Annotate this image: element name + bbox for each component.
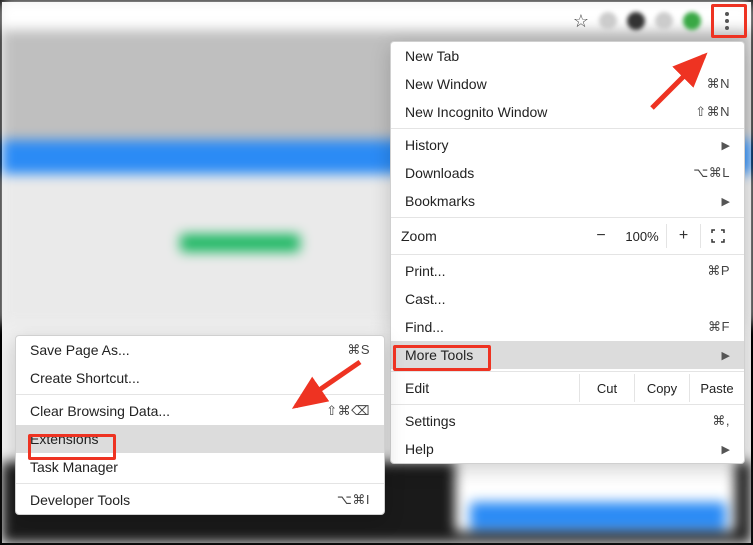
submenu-dev-tools[interactable]: Developer Tools ⌥⌘I [16, 486, 384, 514]
edit-copy[interactable]: Copy [634, 374, 689, 402]
menu-label: New Window [405, 76, 487, 92]
menu-label: Cast... [405, 291, 445, 307]
menu-label: More Tools [405, 347, 473, 363]
extension-icon[interactable] [599, 12, 617, 30]
menu-label: Downloads [405, 165, 474, 181]
chevron-right-icon: ▶ [722, 195, 730, 208]
menu-shortcut: ⌥⌘L [693, 165, 730, 181]
annotation-arrow [282, 352, 372, 422]
menu-label: Zoom [401, 228, 584, 244]
menu-button[interactable] [711, 6, 743, 36]
menu-history[interactable]: History ▶ [391, 131, 744, 159]
menu-downloads[interactable]: Downloads ⌥⌘L [391, 159, 744, 187]
menu-edit-row: Edit Cut Copy Paste [391, 374, 744, 402]
submenu-task-manager[interactable]: Task Manager [16, 453, 384, 481]
extension-icon[interactable] [683, 12, 701, 30]
menu-label: Bookmarks [405, 193, 475, 209]
menu-separator [391, 404, 744, 405]
menu-shortcut: ⌥⌘I [337, 492, 370, 508]
browser-toolbar-icons: ☆ [573, 6, 743, 36]
edit-cut[interactable]: Cut [579, 374, 634, 402]
menu-separator [16, 483, 384, 484]
menu-label: Help [405, 441, 434, 457]
menu-label: New Incognito Window [405, 104, 547, 120]
menu-shortcut: ⌘P [707, 263, 730, 279]
zoom-percent: 100% [618, 229, 666, 244]
menu-label: Extensions [30, 431, 98, 447]
fullscreen-button[interactable] [700, 224, 734, 248]
menu-label: Create Shortcut... [30, 370, 140, 386]
menu-label: History [405, 137, 449, 153]
kebab-icon [725, 12, 729, 30]
chevron-right-icon: ▶ [722, 139, 730, 152]
menu-shortcut: ⌘, [712, 413, 730, 429]
menu-separator [391, 371, 744, 372]
menu-label: Edit [391, 380, 579, 396]
bookmark-star-icon[interactable]: ☆ [573, 11, 589, 32]
menu-label: Find... [405, 319, 444, 335]
menu-label: Task Manager [30, 459, 118, 475]
menu-label: Developer Tools [30, 492, 130, 508]
menu-cast[interactable]: Cast... [391, 285, 744, 313]
menu-separator [391, 128, 744, 129]
chevron-right-icon: ▶ [722, 349, 730, 362]
zoom-out-button[interactable]: − [584, 224, 618, 248]
menu-bookmarks[interactable]: Bookmarks ▶ [391, 187, 744, 215]
menu-label: New Tab [405, 48, 459, 64]
menu-help[interactable]: Help ▶ [391, 435, 744, 463]
menu-shortcut: ⌘F [708, 319, 730, 335]
menu-label: Print... [405, 263, 445, 279]
zoom-in-button[interactable]: + [666, 224, 700, 248]
menu-settings[interactable]: Settings ⌘, [391, 407, 744, 435]
menu-label: Settings [405, 413, 456, 429]
chevron-right-icon: ▶ [722, 443, 730, 456]
menu-find[interactable]: Find... ⌘F [391, 313, 744, 341]
menu-separator [391, 254, 744, 255]
annotation-arrow [642, 48, 722, 118]
fullscreen-icon [711, 229, 725, 243]
menu-more-tools[interactable]: More Tools ▶ [391, 341, 744, 369]
menu-label: Save Page As... [30, 342, 130, 358]
extension-icon[interactable] [655, 12, 673, 30]
menu-print[interactable]: Print... ⌘P [391, 257, 744, 285]
menu-separator [391, 217, 744, 218]
menu-label: Clear Browsing Data... [30, 403, 170, 419]
edit-paste[interactable]: Paste [689, 374, 744, 402]
submenu-extensions[interactable]: Extensions [16, 425, 384, 453]
extension-icon[interactable] [627, 12, 645, 30]
menu-zoom-row: Zoom − 100% + [391, 220, 744, 252]
